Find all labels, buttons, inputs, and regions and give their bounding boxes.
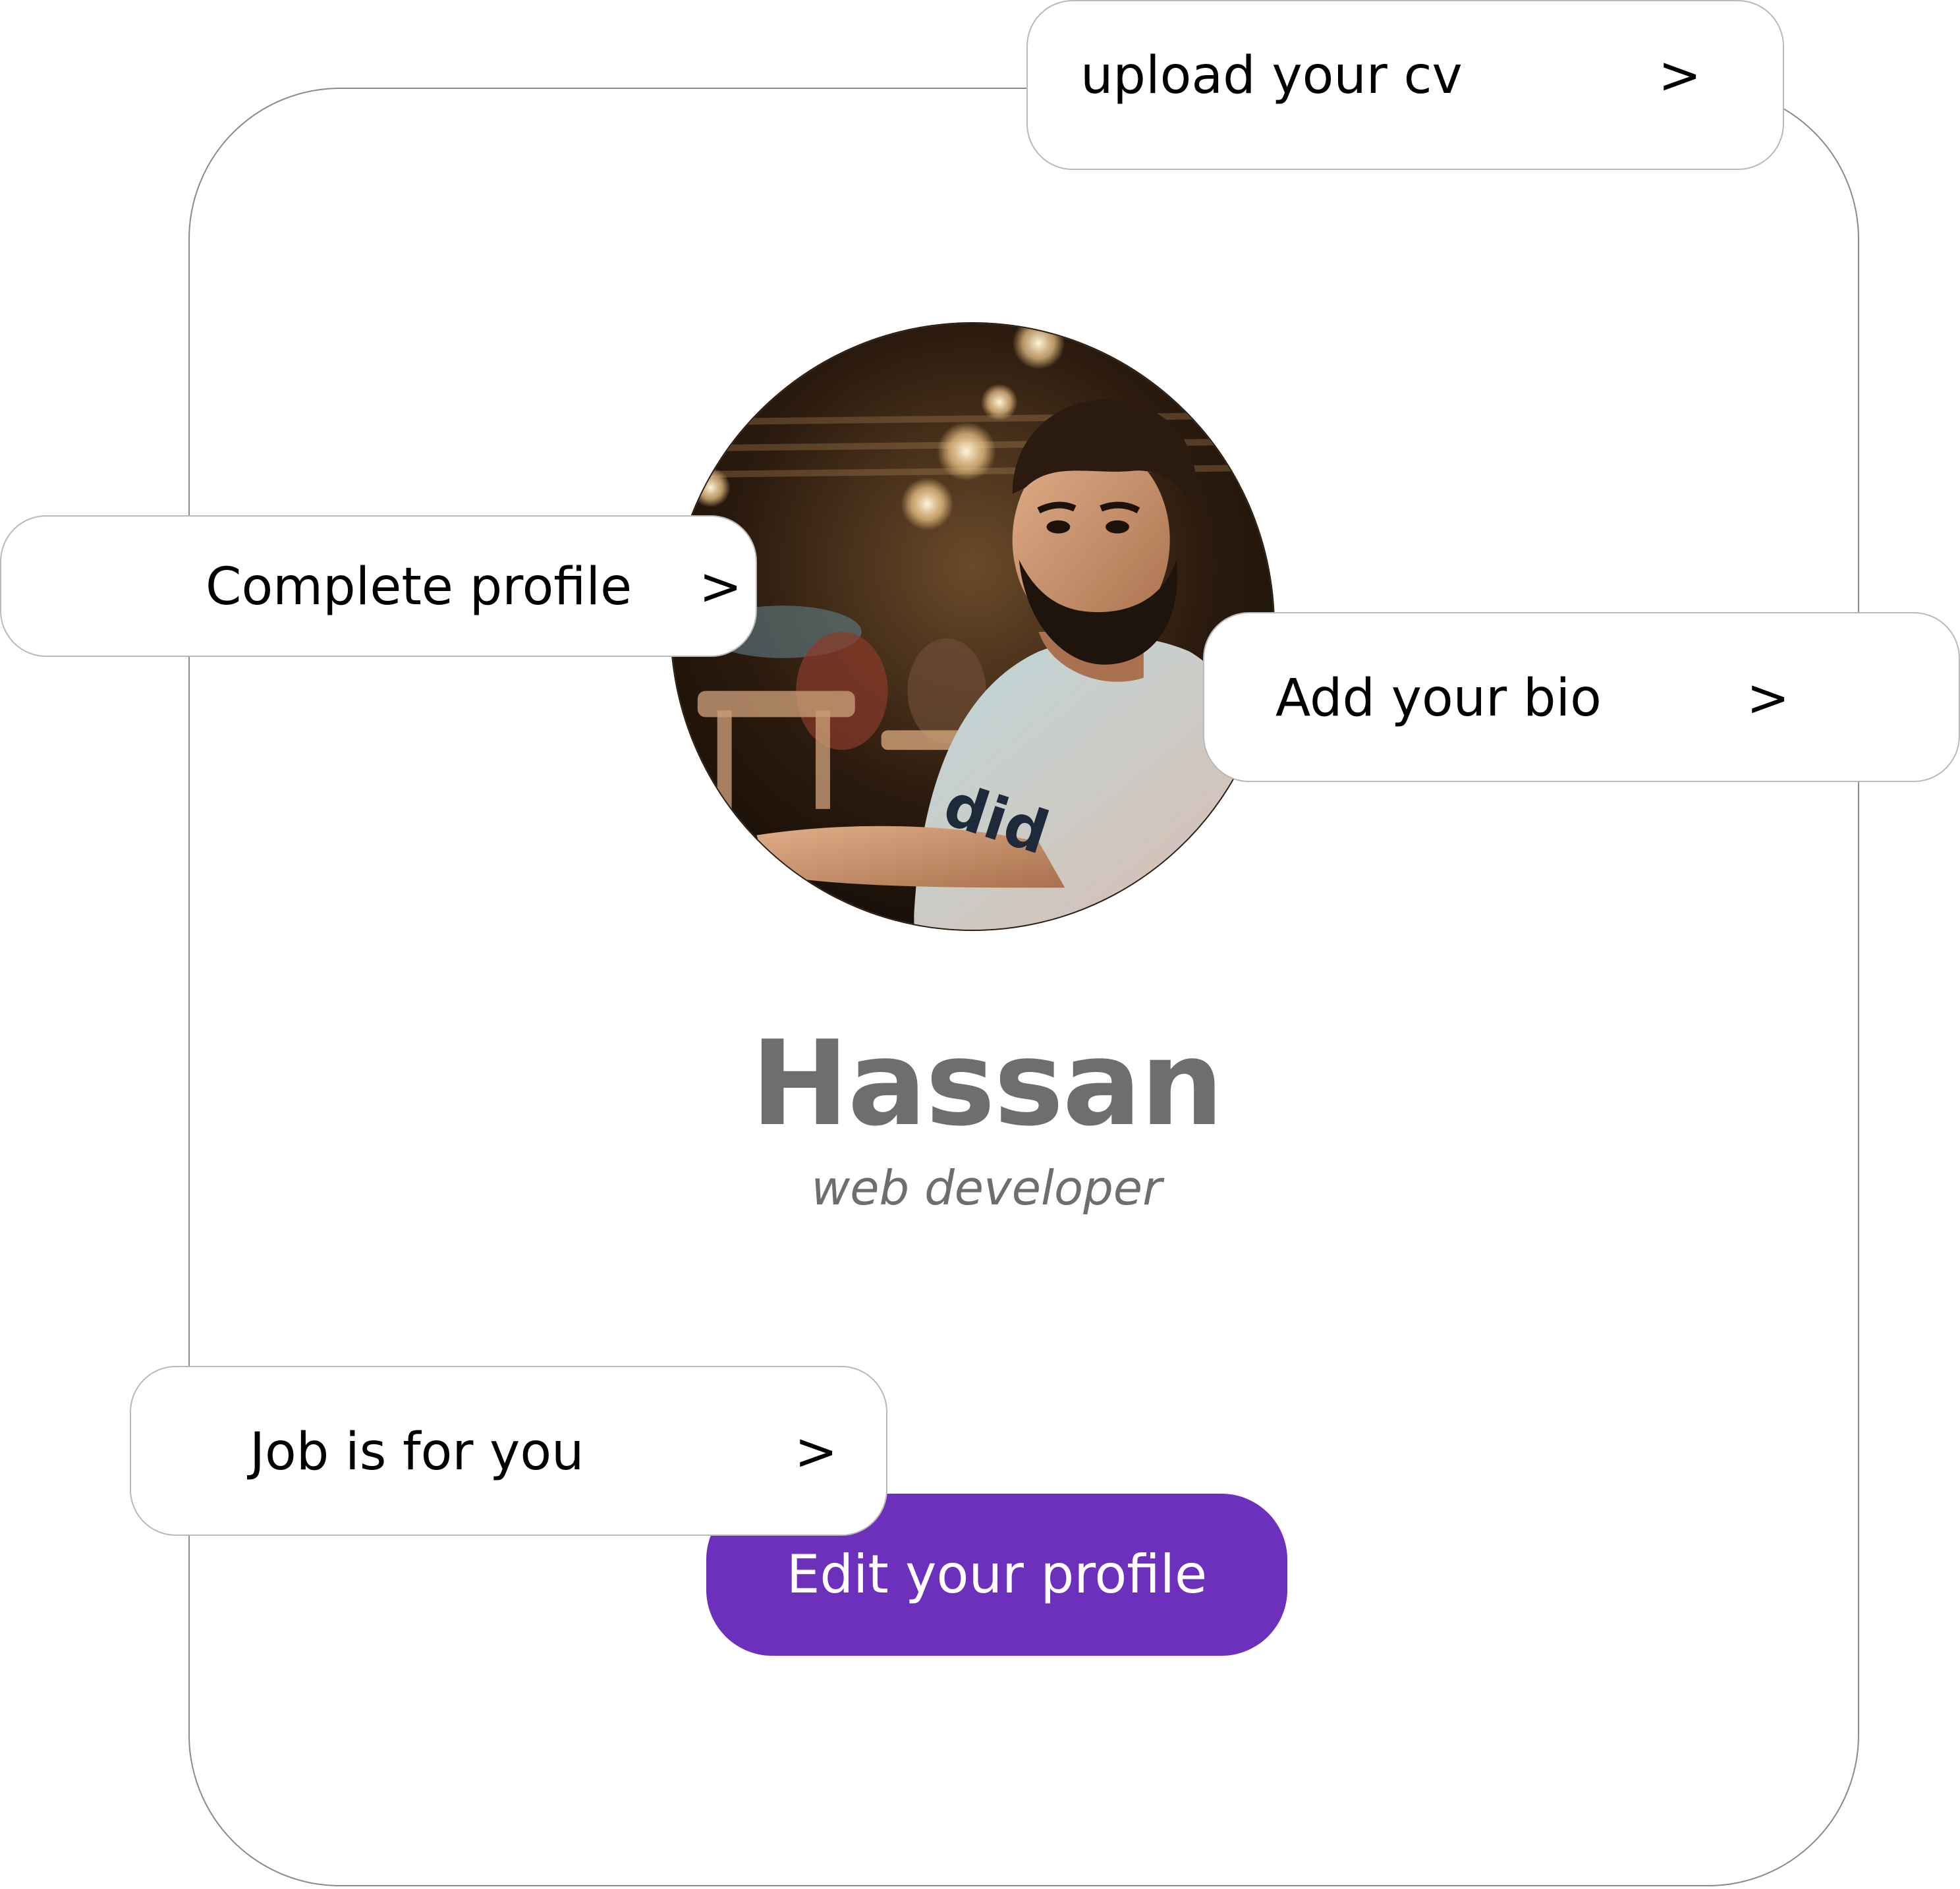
avatar: did [670, 322, 1275, 931]
add-bio-label: Add your bio [1275, 669, 1602, 728]
chevron-right-icon: > [795, 1423, 838, 1482]
profile-name: Hassan [750, 1015, 1224, 1152]
chevron-right-icon: > [699, 557, 742, 617]
chevron-right-icon: > [1658, 46, 1702, 105]
job-for-you-label: Job is for you [250, 1423, 584, 1482]
add-bio-button[interactable]: Add your bio > [1203, 612, 1960, 782]
chevron-right-icon: > [1747, 669, 1790, 728]
complete-profile-button[interactable]: Complete profile > [0, 515, 757, 657]
upload-cv-button[interactable]: upload your cv > [1026, 0, 1784, 170]
complete-profile-label: Complete profile [206, 557, 632, 617]
job-for-you-button[interactable]: Job is for you > [130, 1366, 887, 1536]
profile-role: web developer [811, 1160, 1162, 1216]
profile-photo-icon: did [671, 324, 1274, 930]
upload-cv-label: upload your cv [1080, 46, 1463, 105]
